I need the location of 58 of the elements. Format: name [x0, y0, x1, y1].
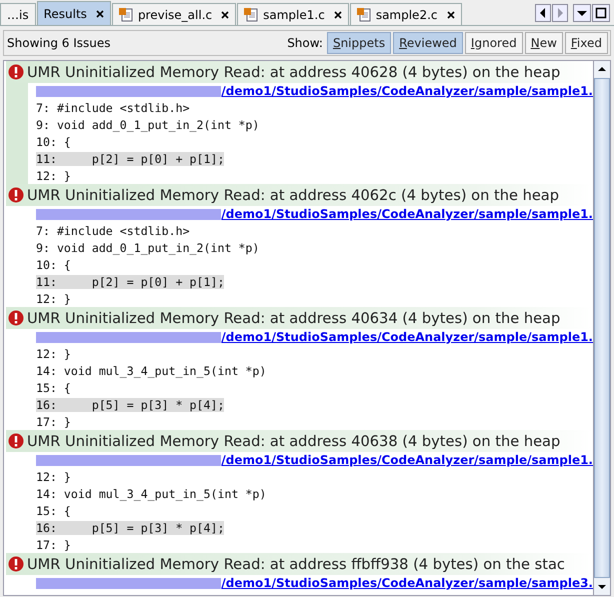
- tab-label: …is: [7, 8, 29, 22]
- close-icon[interactable]: [96, 10, 104, 18]
- maximize-icon[interactable]: [592, 4, 610, 22]
- editor-tab[interactable]: Results: [36, 1, 111, 25]
- tab-label: sample1.c: [263, 8, 325, 22]
- error-icon: [8, 433, 24, 449]
- file-path-link[interactable]: /demo1/StudioSamples/CodeAnalyzer/sample/sample1.: [221, 330, 593, 344]
- file-path-link[interactable]: /demo1/StudioSamples/CodeAnalyzer/sample/sample1.: [221, 207, 593, 221]
- c-file-icon: [118, 8, 133, 22]
- close-icon[interactable]: [334, 10, 342, 18]
- code-line: 15: {: [36, 504, 71, 518]
- error-icon: [8, 556, 24, 572]
- tab-label: previse_all.c: [138, 8, 212, 22]
- code-line: 9: void add_0_1_put_in_2(int *p): [36, 240, 260, 254]
- error-icon: [8, 64, 24, 80]
- issue-title: UMR Uninitialized Memory Read: at address ffbff938 (4 bytes) on the stac: [27, 556, 565, 572]
- error-icon: [8, 187, 24, 203]
- code-line: 15: {: [36, 380, 71, 394]
- close-icon[interactable]: [221, 10, 230, 18]
- close-icon[interactable]: [446, 10, 454, 18]
- editor-tab[interactable]: sample2.c: [350, 3, 462, 25]
- issue-title: UMR Uninitialized Memory Read: at address 40638 (4 bytes) on the heap: [27, 432, 560, 450]
- filter-toggle[interactable]: Snippets: [326, 32, 392, 54]
- file-path-link[interactable]: /demo1/StudioSamples/CodeAnalyzer/sample/sample1.: [221, 84, 593, 98]
- code-line: 12: }: [36, 292, 71, 306]
- filter-toggle[interactable]: Reviewed: [393, 32, 463, 54]
- code-line: 7: #include <stdlib.h>: [36, 224, 190, 238]
- show-label: Show:: [287, 36, 323, 50]
- code-line: 12: }: [36, 470, 71, 484]
- code-line: 14: void mul_3_4_put_in_5(int *p): [36, 486, 266, 500]
- code-line: 17: }: [36, 414, 71, 428]
- issue-count: Showing 6 Issues: [7, 36, 110, 50]
- error-icon: [8, 310, 24, 326]
- code-line: 12: }: [36, 346, 71, 360]
- c-file-icon: [244, 8, 258, 22]
- tab-label: Results: [44, 6, 87, 20]
- scroll-left-icon[interactable]: [535, 4, 551, 22]
- c-file-icon: [356, 8, 371, 22]
- editor-tab[interactable]: …is: [0, 3, 36, 25]
- issue-title: UMR Uninitialized Memory Read: at address 4062c (4 bytes) on the heap: [27, 186, 560, 204]
- code-line: 9: void add_0_1_put_in_2(int *p): [36, 118, 260, 132]
- editor-tab[interactable]: sample1.c: [237, 3, 349, 25]
- code-line: 10: {: [36, 134, 71, 148]
- code-line: 10: {: [36, 258, 71, 272]
- issue-title: UMR Uninitialized Memory Read: at address 40628 (4 bytes) on the heap: [27, 64, 560, 80]
- tab-label: sample2.c: [376, 8, 438, 22]
- code-line: 14: void mul_3_4_put_in_5(int *p): [36, 364, 266, 378]
- code-line: 7: #include <stdlib.h>: [36, 100, 190, 114]
- filter-toggle[interactable]: New: [524, 32, 563, 54]
- filter-toggle[interactable]: Fixed: [564, 32, 608, 54]
- filter-toggle[interactable]: Ignored: [464, 32, 523, 54]
- dropdown-icon[interactable]: [573, 4, 591, 22]
- code-line: 17: }: [36, 538, 71, 552]
- editor-tab[interactable]: previse_all.c: [112, 3, 236, 25]
- file-path-link[interactable]: /demo1/StudioSamples/CodeAnalyzer/sample/sample3.: [221, 576, 593, 590]
- code-line: 12: }: [36, 168, 71, 182]
- file-path-link[interactable]: /demo1/StudioSamples/CodeAnalyzer/sample/sample1.: [221, 453, 593, 467]
- issue-title: UMR Uninitialized Memory Read: at address 40634 (4 bytes) on the heap: [27, 310, 560, 326]
